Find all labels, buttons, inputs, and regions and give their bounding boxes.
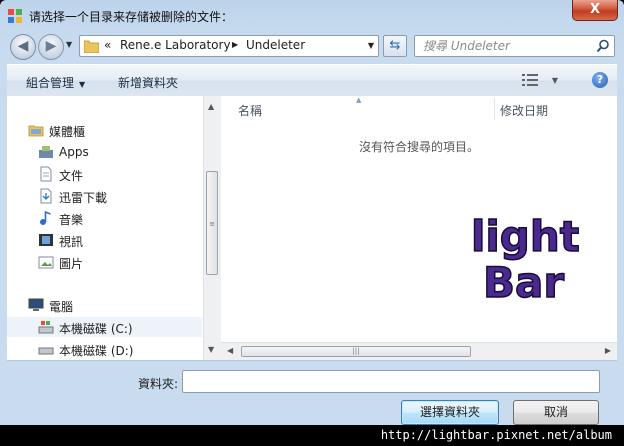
horizontal-scroll-thumb[interactable]: ||| [241,346,471,357]
drive-c-icon [38,321,54,334]
column-header-name[interactable]: 名稱 [238,102,262,119]
view-options-button[interactable]: ▼ [522,72,562,88]
command-bar: 組合管理 ▼ 新增資料夾 ▼ ? [7,64,617,97]
help-button[interactable]: ? [592,72,608,88]
nav-item-drive-c[interactable]: 本機磁碟 (C:) [7,317,202,337]
search-icon[interactable] [596,39,610,53]
nav-label-downloads: 迅雷下載 [59,191,108,205]
scroll-down-icon[interactable]: ▼ [208,345,214,354]
nav-item-music[interactable]: 音樂 [7,208,202,228]
forward-button[interactable]: ▶ [38,34,64,60]
breadcrumb-rene-laboratory[interactable]: Rene.e Laboratory [120,38,231,52]
app-icon [8,9,22,23]
chevron-down-icon: ▼ [79,80,86,89]
address-dropdown-icon[interactable]: ▼ [368,41,374,50]
sort-indicator-icon: ▲ [356,96,362,104]
nav-label-videos: 視訊 [59,235,84,249]
nav-label-music: 音樂 [59,213,84,227]
nav-item-downloads[interactable]: 迅雷下載 [7,186,202,206]
window-title: 请选择一个目录来存储被删除的文件： [29,10,234,24]
file-list-pane[interactable]: ▲ 名稱 修改日期 沒有符合搜尋的項目。 light Bar ◀ ||| ▶ [221,96,617,360]
cancel-button[interactable]: 取消 [513,400,599,425]
svg-text:light: light [471,213,579,261]
search-input[interactable]: 搜尋 Undeleter [414,35,615,57]
breadcrumb-undeleter[interactable]: Undeleter [246,38,305,52]
back-button[interactable]: ◀ [10,34,36,60]
column-divider[interactable] [494,98,495,120]
nav-item-drive-d[interactable]: 本機磁碟 (D:) [7,339,202,359]
new-folder-button[interactable]: 新增資料夾 [118,74,178,91]
forward-arrow-icon: ▶ [45,38,57,54]
video-icon [39,234,53,246]
nav-label-drive-d: 本機磁碟 (D:) [59,344,134,358]
drive-d-icon [38,347,54,355]
nav-label-documents: 文件 [59,169,84,183]
folder-icon [84,40,99,53]
back-arrow-icon: ◀ [17,38,29,54]
computer-icon [28,298,44,311]
music-icon [40,210,51,225]
navigation-pane[interactable]: 媒體櫃 Apps 文件 迅雷下載 音樂 視訊 圖片 電腦 本機磁碟 (C:) 本… [7,96,202,360]
document-icon [40,166,52,182]
organize-label: 組合管理 [26,76,75,90]
folder-name-input[interactable] [182,370,600,393]
refresh-icon: ⇆ [389,38,401,53]
svg-text:Bar: Bar [483,258,564,305]
nav-item-pictures[interactable]: 圖片 [7,252,202,272]
lightbar-logo: light Bar [470,213,579,305]
search-placeholder: 搜尋 Undeleter [423,39,510,53]
library-icon [28,125,44,137]
folder-field-label: 資料夾: [138,377,179,391]
nav-scroll-thumb[interactable]: ≡ [206,171,218,275]
refresh-button[interactable]: ⇆ [383,35,407,57]
nav-item-videos[interactable]: 視訊 [7,230,202,250]
apps-icon [39,146,53,158]
scroll-right-icon[interactable]: ▶ [605,346,611,355]
nav-label-apps: Apps [59,145,89,159]
picture-icon [38,256,54,269]
nav-pane-scrollbar[interactable]: ▲ ≡ ▼ [203,96,221,360]
watermark-url: http://lightbar.pixnet.net/album [0,425,624,446]
select-folder-button[interactable]: 選擇資料夾 [401,400,499,425]
organize-menu[interactable]: 組合管理 ▼ [26,74,85,91]
nav-item-documents[interactable]: 文件 [7,164,202,184]
empty-results-message: 沒有符合搜尋的項目。 [358,140,479,154]
address-bar[interactable]: « Rene.e Laboratory ▶ Undeleter ▼ [79,35,379,57]
nav-label-drive-c: 本機磁碟 (C:) [59,322,133,336]
scroll-up-icon[interactable]: ▲ [208,102,214,111]
file-pane-horizontal-scrollbar[interactable]: ◀ ||| ▶ [221,342,617,360]
folder-picker-dialog: 请选择一个目录来存储被删除的文件： X ◀ ▶ ▼ « Rene.e Labor… [0,0,624,446]
content-area: 媒體櫃 Apps 文件 迅雷下載 音樂 視訊 圖片 電腦 本機磁碟 (C:) 本… [7,96,617,361]
view-dropdown-icon: ▼ [551,76,558,85]
download-icon [40,188,52,204]
close-button[interactable]: X [572,0,618,21]
scroll-left-icon[interactable]: ◀ [227,346,233,355]
nav-label-computer: 電腦 [49,300,74,314]
title-bar: 请选择一个目录来存储被删除的文件： X [0,0,624,30]
nav-label-libraries: 媒體櫃 [49,125,86,139]
breadcrumb-separator-icon[interactable]: ▶ [232,40,238,49]
address-prefix[interactable]: « [104,38,111,52]
nav-item-libraries[interactable]: 媒體櫃 [7,120,202,140]
column-header-modified[interactable]: 修改日期 [500,102,548,119]
nav-item-apps[interactable]: Apps [7,142,202,162]
nav-item-computer[interactable]: 電腦 [7,295,202,315]
nav-label-pictures: 圖片 [59,257,84,271]
recent-pages-dropdown[interactable]: ▼ [66,40,72,49]
view-list-icon [522,73,538,86]
